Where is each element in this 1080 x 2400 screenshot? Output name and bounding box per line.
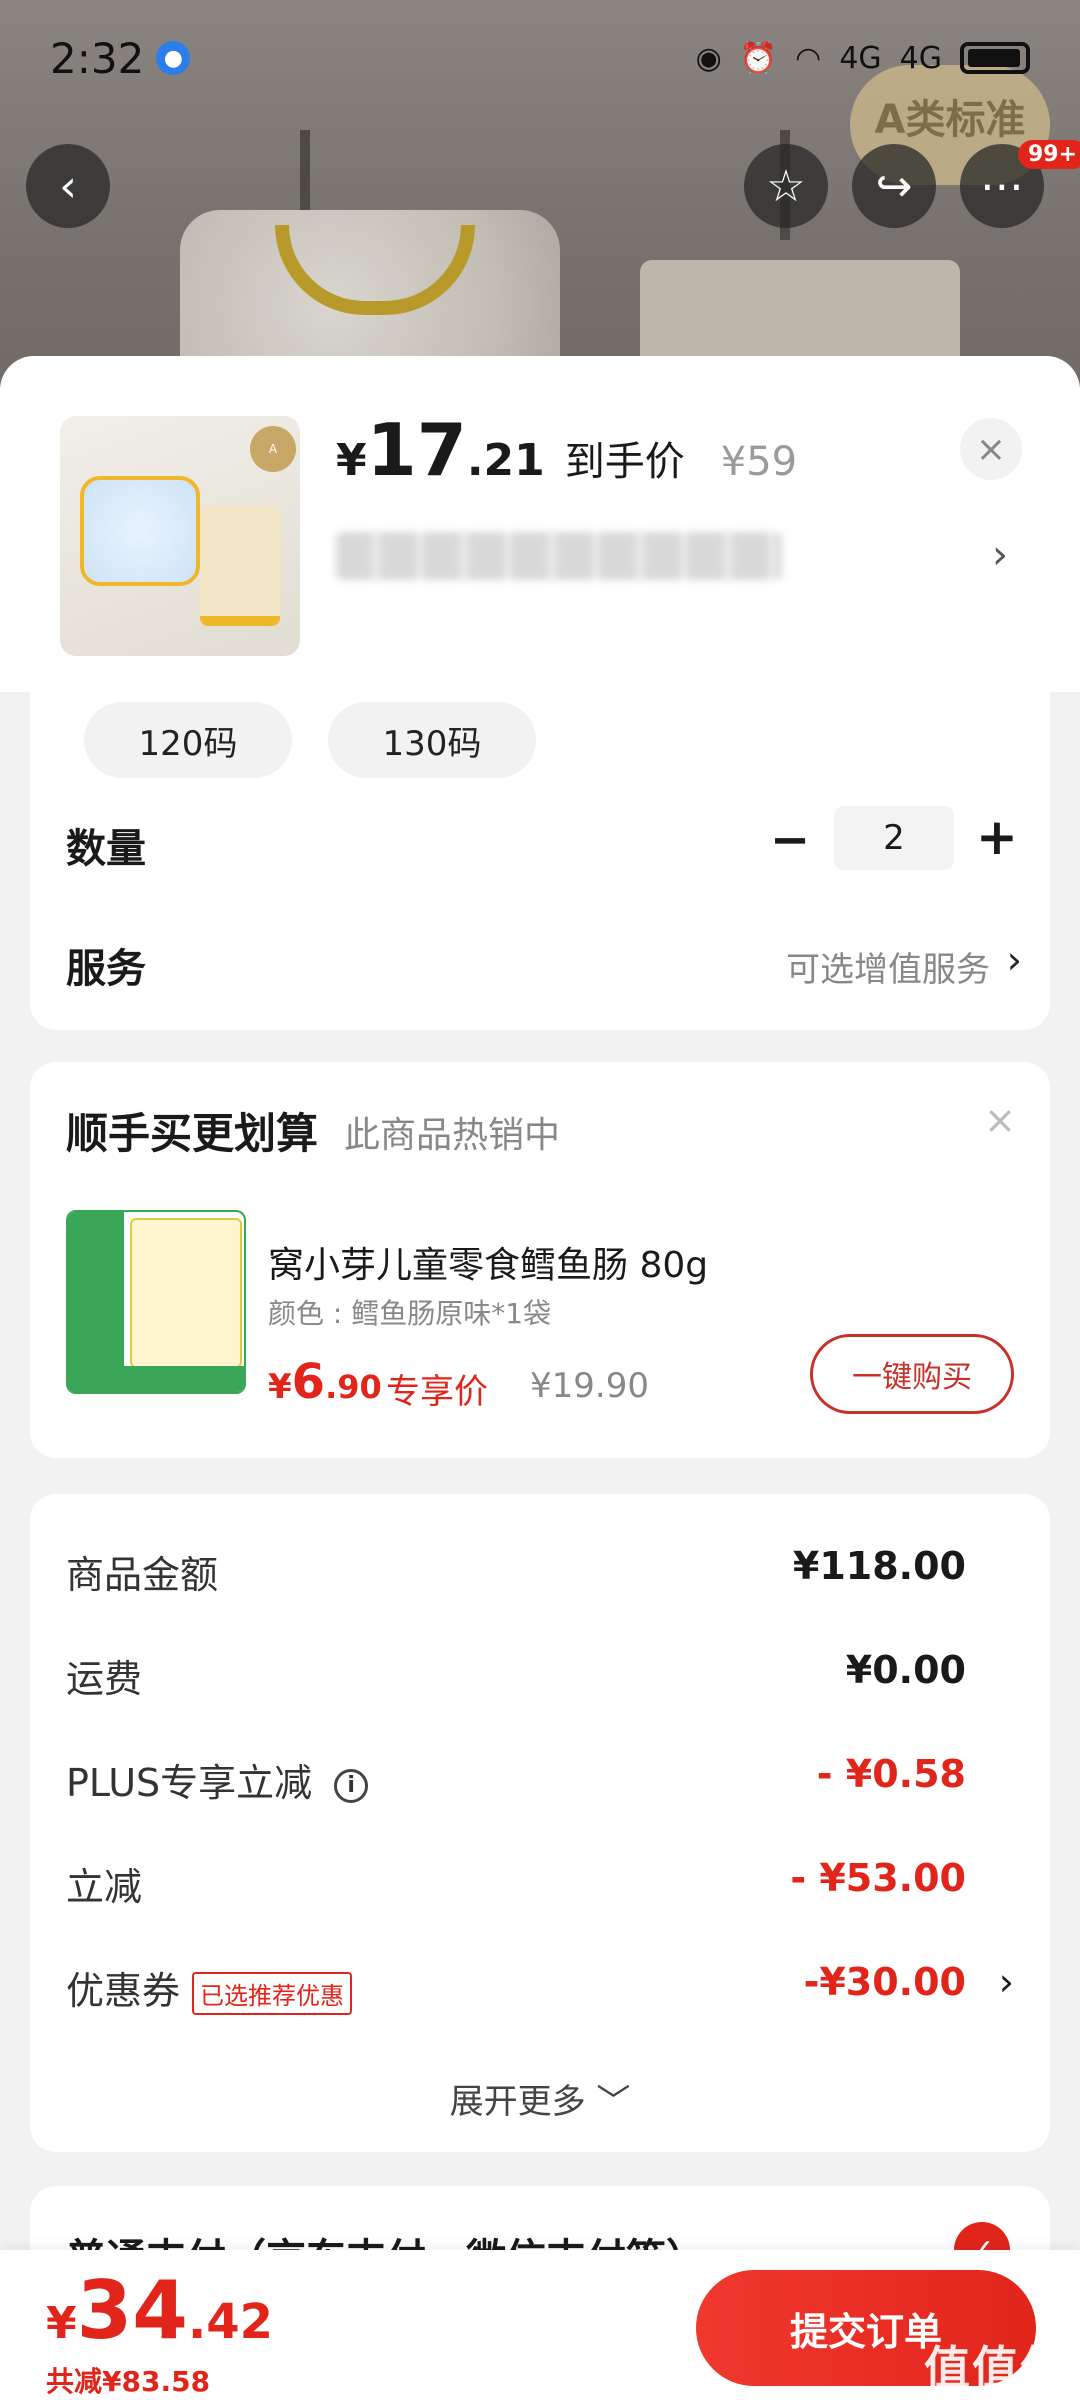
chevron-left-icon: ‹ <box>59 160 77 212</box>
image-package <box>130 1218 242 1368</box>
combo-price-tag: 专享价 <box>386 1372 488 1412</box>
combo-price-decimal: .90 <box>325 1368 382 1406</box>
combo-product-name[interactable]: 窝小芽儿童零食鳕鱼肠 80g <box>268 1236 708 1288</box>
close-icon: × <box>975 428 1007 470</box>
thumbnail-pants <box>200 506 280 626</box>
alarm-icon: ⏰ <box>739 40 778 76</box>
quantity-increase-button[interactable]: + <box>976 808 1018 866</box>
combo-card: 顺手买更划算 此商品热销中 × 窝小芽儿童零食鳕鱼肠 80g 颜色 : 鳕鱼肠原… <box>30 1062 1050 1458</box>
amount-row-instant-discount: 立减 - ¥53.00 <box>66 1856 1014 1916</box>
bottom-bar: ¥ 34 .42 共减¥83.58 提交订单 <box>0 2250 1080 2400</box>
signal-label: 4G <box>839 40 882 76</box>
blurred-selection-info[interactable] <box>336 532 782 580</box>
message-count-badge: 99+ <box>1018 140 1080 169</box>
thumbnail-shirt <box>80 476 200 586</box>
total-price-symbol: ¥ <box>46 2298 77 2349</box>
combo-subtitle: 此商品热销中 <box>344 1115 561 1156</box>
thumbnail-tag: A <box>250 426 296 472</box>
product-thumbnail: A <box>60 416 300 656</box>
service-label: 服务 <box>66 946 146 992</box>
price-symbol: ¥ <box>336 435 367 486</box>
total-price-integer: 34 <box>76 2264 188 2357</box>
total-price-decimal: .42 <box>187 2294 273 2350</box>
chevron-right-icon[interactable]: › <box>992 532 1008 578</box>
star-icon: ☆ <box>766 160 806 212</box>
order-sheet: A ¥ 17 .21 到手价 ¥59 × › 120码 130码 数量 − 2 … <box>0 356 1080 2400</box>
total-price: ¥ 34 .42 <box>46 2264 273 2357</box>
amount-value: - ¥53.00 <box>790 1856 966 1900</box>
service-value[interactable]: 可选增值服务 <box>786 942 990 991</box>
amount-row-plus-discount: PLUS专享立减 i - ¥0.58 <box>66 1752 1014 1812</box>
price-label: 到手价 <box>564 439 685 485</box>
total-saving: 共减¥83.58 <box>46 2365 211 2398</box>
price-decimal: .21 <box>466 435 545 486</box>
amount-row-coupon[interactable]: 优惠券 已选推荐优惠 -¥30.00 › <box>66 1960 1014 2020</box>
original-price: ¥59 <box>720 439 798 485</box>
amount-row-goods: 商品金额 ¥118.00 <box>66 1544 1014 1604</box>
amount-row-shipping: 运费 ¥0.00 <box>66 1648 1014 1708</box>
amount-value: ¥118.00 <box>792 1544 966 1588</box>
combo-original-price: ¥19.90 <box>530 1366 649 1406</box>
amount-value: -¥30.00 <box>803 1960 966 2004</box>
quantity-decrease-button[interactable]: − <box>770 812 810 868</box>
options-card: 120码 130码 数量 − 2 + 服务 可选增值服务 › <box>30 686 1050 1030</box>
chevron-right-icon[interactable]: › <box>1007 938 1022 982</box>
combo-price-symbol: ¥ <box>268 1367 292 1407</box>
share-button[interactable]: ↪ <box>852 144 936 228</box>
amount-label: 商品金额 <box>66 1553 219 1597</box>
status-icons: ◉ ⏰ ◠ 4G 4G <box>696 41 1030 76</box>
amount-label: PLUS专享立减 <box>66 1761 313 1805</box>
amount-value: - ¥0.58 <box>816 1752 966 1796</box>
amount-label: 运费 <box>66 1657 143 1701</box>
status-bar: 2:32 ● ◉ ⏰ ◠ 4G 4G <box>0 0 1080 116</box>
amount-value: ¥0.00 <box>845 1648 966 1692</box>
combo-price: ¥ 6 .90 <box>268 1354 382 1410</box>
battery-icon <box>960 42 1030 74</box>
expand-more-button[interactable]: 展开更多 ﹀ <box>30 2074 1050 2123</box>
more-icon: ⋯ <box>980 160 1024 212</box>
combo-product-spec: 颜色 : 鳕鱼肠原味*1袋 <box>268 1297 552 1330</box>
combo-product-image[interactable] <box>66 1210 246 1394</box>
combo-price-integer: 6 <box>291 1354 326 1410</box>
combo-close-button[interactable]: × <box>984 1098 1016 1142</box>
amount-label: 立减 <box>66 1865 143 1909</box>
share-icon: ↪ <box>875 160 913 212</box>
size-option-120[interactable]: 120码 <box>84 702 292 778</box>
size-option-130[interactable]: 130码 <box>328 702 536 778</box>
notification-icon: ● <box>156 41 191 75</box>
quantity-label: 数量 <box>66 826 146 872</box>
eye-icon: ◉ <box>695 40 722 76</box>
amount-summary-card: 商品金额 ¥118.00 运费 ¥0.00 PLUS专享立减 i - ¥0.58 … <box>30 1494 1050 2152</box>
one-click-buy-button[interactable]: 一键购买 <box>810 1334 1014 1414</box>
price-integer: 17 <box>366 408 467 492</box>
wifi-icon: ◠ <box>795 40 822 76</box>
quantity-input[interactable]: 2 <box>834 806 954 870</box>
signal-label-2: 4G <box>899 40 942 76</box>
close-button[interactable]: × <box>960 418 1022 480</box>
amount-label-with-info: PLUS专享立减 i <box>66 1752 369 1807</box>
chevron-right-icon[interactable]: › <box>999 1960 1014 2004</box>
amount-label: 优惠券 <box>66 1969 181 2013</box>
image-footer <box>68 1366 244 1392</box>
status-time: 2:32 <box>50 33 145 83</box>
coupon-label-group: 优惠券 已选推荐优惠 <box>66 1960 353 2015</box>
back-button[interactable]: ‹ <box>26 144 110 228</box>
favorite-button[interactable]: ☆ <box>744 144 828 228</box>
sheet-header: A ¥ 17 .21 到手价 ¥59 × › <box>0 356 1080 692</box>
watermark-url: zhizhizhi.com <box>971 2382 1066 2398</box>
combo-title: 顺手买更划算 <box>66 1109 319 1158</box>
info-icon[interactable]: i <box>334 1768 369 1803</box>
final-price: ¥ 17 .21 到手价 ¥59 <box>336 408 797 492</box>
coupon-badge: 已选推荐优惠 <box>192 1972 353 2015</box>
